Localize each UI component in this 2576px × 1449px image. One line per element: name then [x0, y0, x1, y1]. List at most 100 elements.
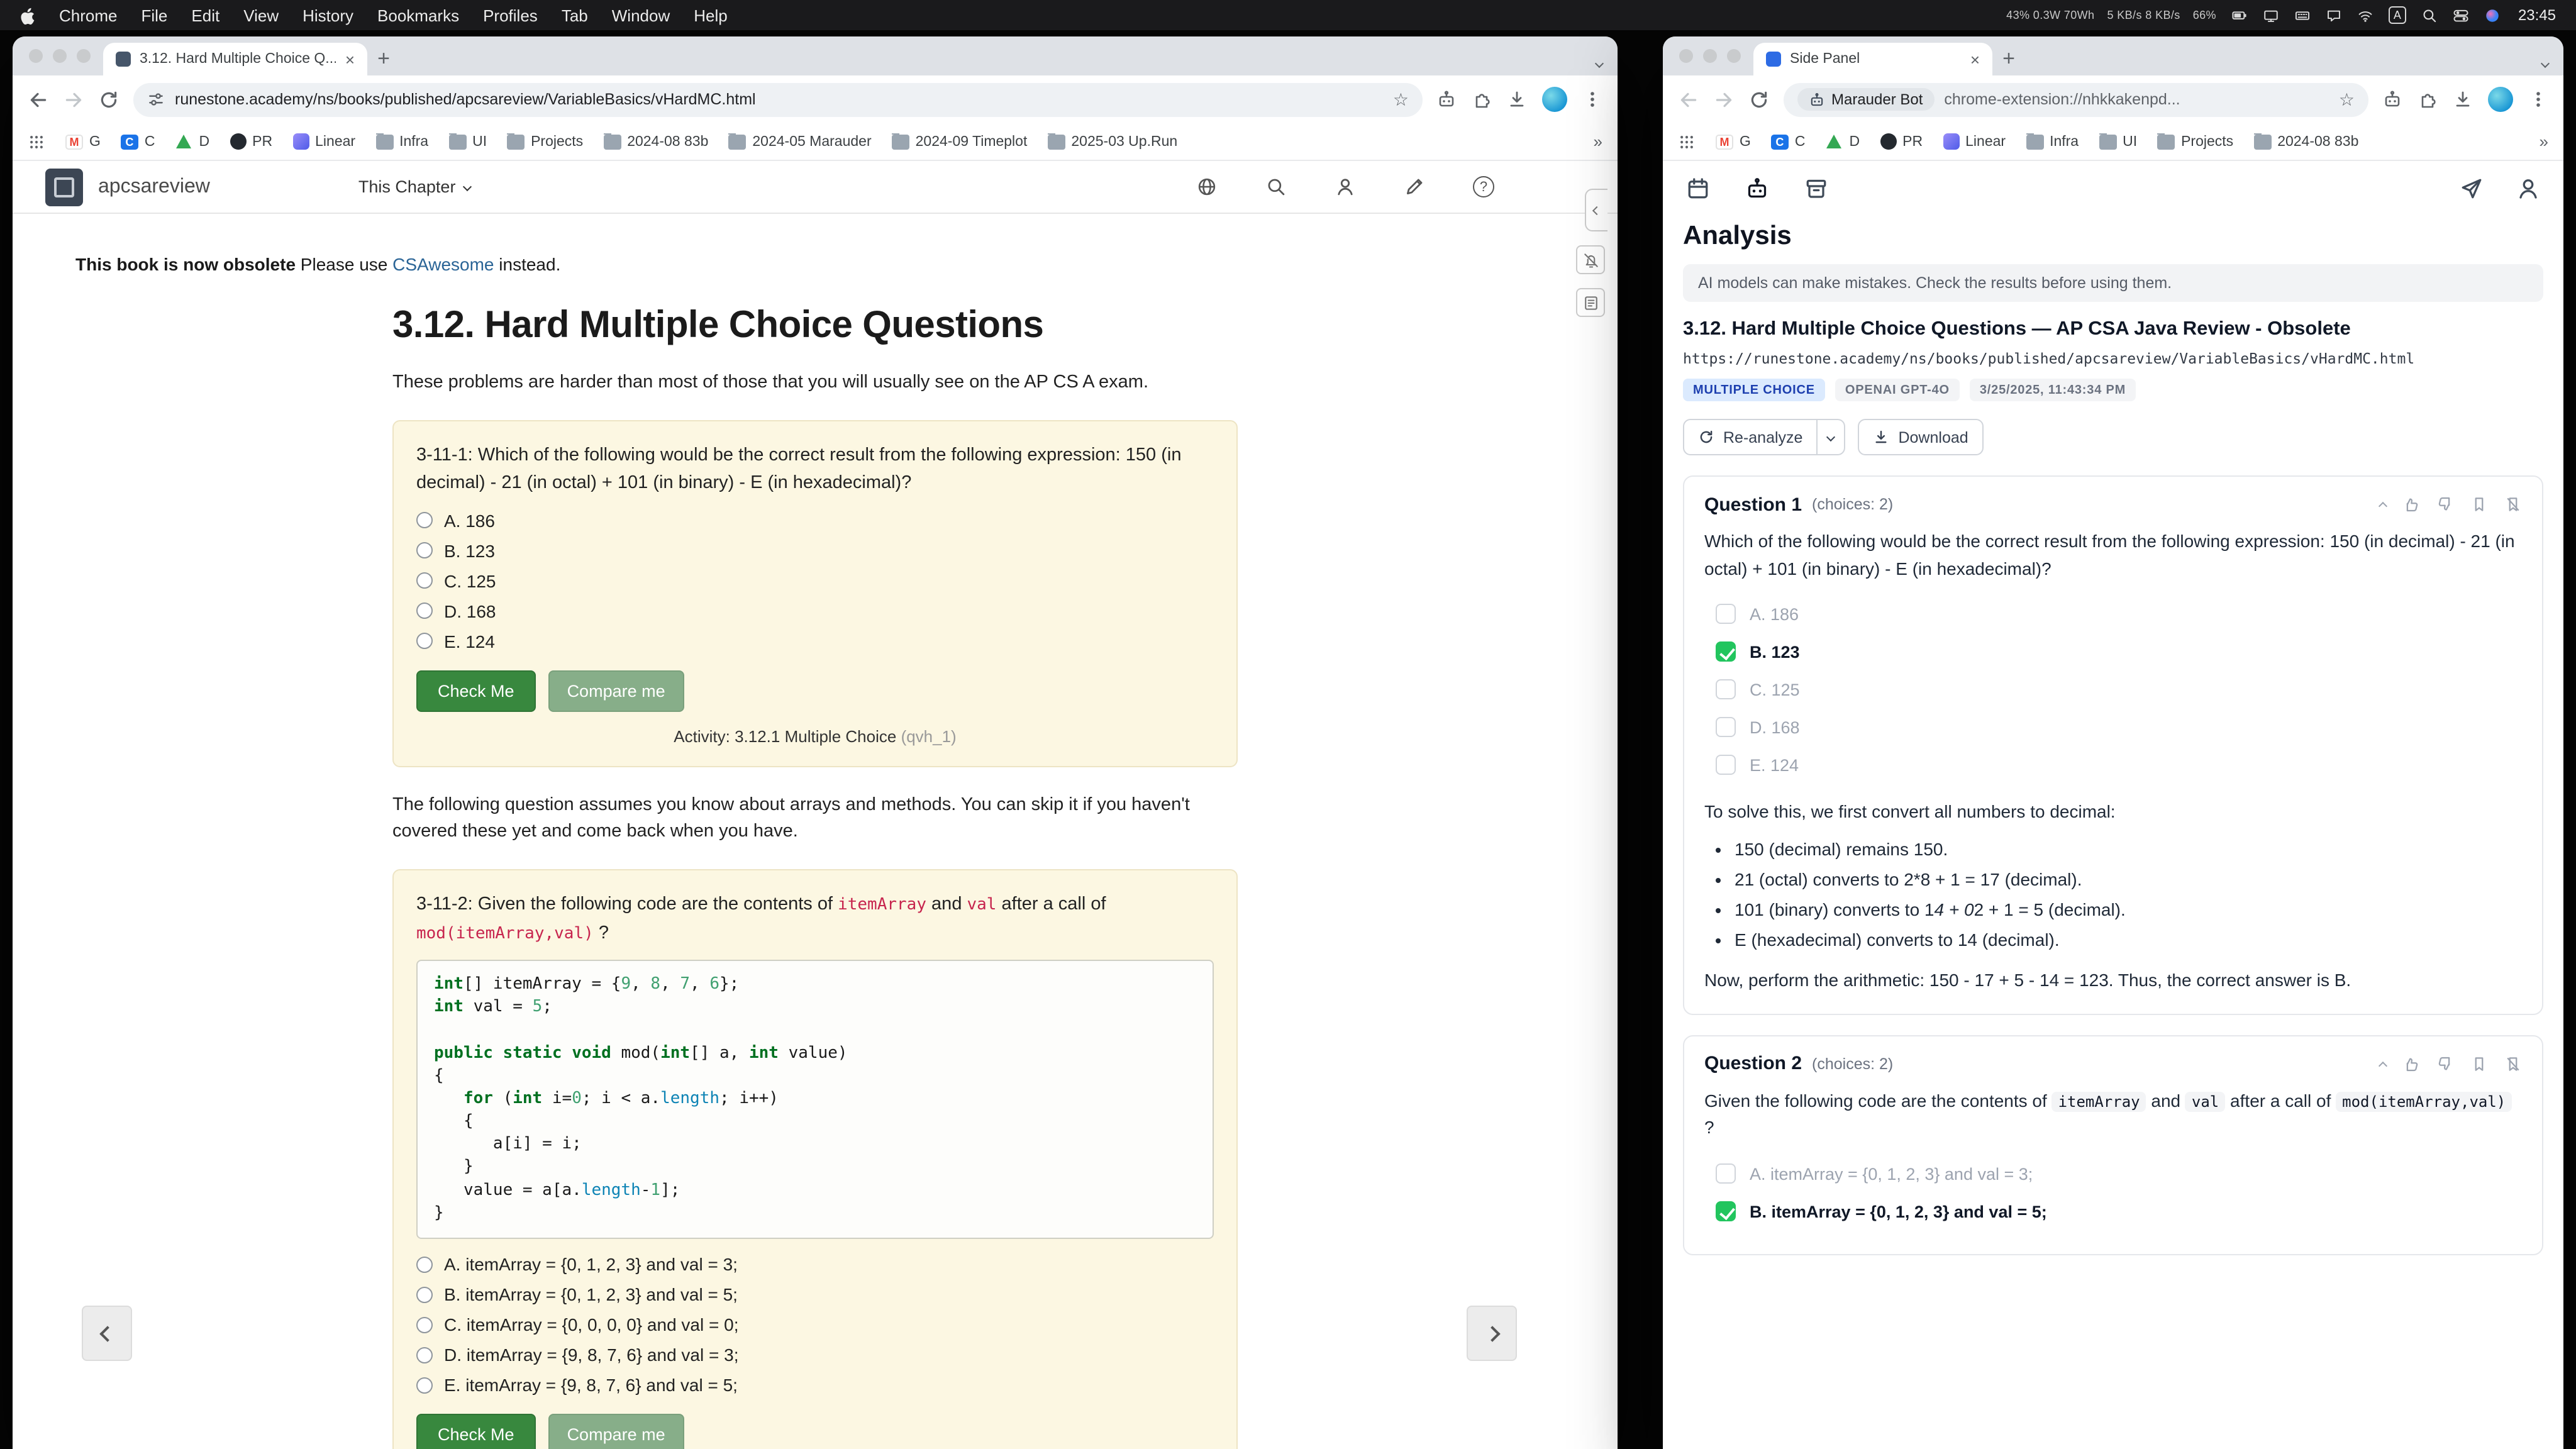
display-icon[interactable] — [2263, 7, 2279, 23]
pencil-icon[interactable] — [1404, 176, 1425, 197]
apple-menu-icon[interactable] — [20, 6, 38, 25]
bookmark-star-icon[interactable]: ☆ — [1393, 91, 1409, 108]
download-button[interactable]: Download — [1858, 419, 1983, 455]
bookmark-icon[interactable] — [2470, 1055, 2488, 1073]
radio-option[interactable]: B. 123 — [416, 540, 1214, 560]
zoom-window-button[interactable] — [1727, 49, 1741, 63]
csawesome-link[interactable]: CSAwesome — [392, 254, 494, 274]
bookmark-item[interactable]: 2024-08 83b — [2253, 134, 2358, 149]
profile-icon[interactable] — [2516, 176, 2541, 201]
answer-choice[interactable]: A. itemArray = {0, 1, 2, 3} and val = 3; — [1704, 1155, 2522, 1192]
control-center-icon[interactable] — [2453, 7, 2469, 23]
apps-grid-icon[interactable] — [1678, 133, 1696, 150]
reanalyze-dropdown-button[interactable] — [1818, 419, 1845, 455]
menu-item[interactable]: Chrome — [59, 6, 118, 25]
menu-icon[interactable] — [2528, 89, 2548, 109]
radio-button-icon[interactable] — [416, 1286, 433, 1302]
address-bar[interactable]: runestone.academy/ns/books/published/apc… — [133, 82, 1423, 116]
answer-choice[interactable]: B. itemArray = {0, 1, 2, 3} and val = 5; — [1704, 1192, 2522, 1230]
answer-choice[interactable]: D. 168 — [1704, 709, 2522, 747]
compare-me-button[interactable]: Compare me — [548, 1414, 684, 1449]
reload-icon[interactable] — [98, 89, 119, 110]
bookmark-item[interactable]: UI — [2099, 134, 2137, 149]
battery-icon[interactable] — [2231, 7, 2248, 23]
tab-search-chevron-icon[interactable] — [1596, 50, 1602, 73]
menu-item[interactable]: View — [243, 6, 279, 25]
help-icon[interactable]: ? — [1473, 176, 1494, 197]
status-widget[interactable]: 43% 0.3W 70Wh — [2006, 9, 2094, 21]
thumbs-down-icon[interactable] — [2436, 1055, 2454, 1073]
checkbox-icon[interactable] — [1716, 755, 1736, 775]
radio-option[interactable]: A. itemArray = {0, 1, 2, 3} and val = 3; — [416, 1254, 1214, 1274]
menu-bar-clock[interactable]: 23:45 — [2518, 6, 2556, 24]
thumbs-up-icon[interactable] — [2402, 1055, 2420, 1073]
calendar-icon[interactable] — [1685, 176, 1711, 201]
browser-tab[interactable]: 3.12. Hard Multiple Choice Q... × — [103, 43, 367, 75]
radio-option[interactable]: D. 168 — [416, 601, 1214, 621]
back-icon[interactable] — [28, 89, 49, 110]
zoom-window-button[interactable] — [77, 49, 91, 63]
browser-tab[interactable]: Side Panel × — [1753, 43, 1992, 75]
pinned-extension-icon[interactable] — [1436, 89, 1457, 109]
menu-item[interactable]: Help — [694, 6, 728, 25]
checkbox-icon[interactable] — [1716, 604, 1736, 625]
radio-button-icon[interactable] — [416, 602, 433, 619]
next-page-button[interactable] — [1467, 1306, 1517, 1361]
close-window-button[interactable] — [1679, 49, 1693, 63]
extensions-icon[interactable] — [1472, 89, 1492, 109]
extension-name-chip[interactable]: Marauder Bot — [1797, 88, 1934, 111]
checkbox-icon[interactable] — [1716, 642, 1736, 662]
archive-icon[interactable] — [1804, 176, 1829, 201]
extensions-icon[interactable] — [2418, 89, 2438, 109]
bookmarks-overflow-icon[interactable]: » — [1594, 132, 1602, 151]
radio-option[interactable]: C. 125 — [416, 570, 1214, 591]
thumbs-down-icon[interactable] — [2436, 496, 2454, 513]
back-icon[interactable] — [1678, 89, 1699, 110]
forward-icon[interactable] — [63, 89, 84, 110]
menu-icon[interactable] — [1582, 89, 1602, 109]
reload-icon[interactable] — [1748, 89, 1770, 110]
checkbox-icon[interactable] — [1716, 1163, 1736, 1184]
bookmark-item[interactable]: UI — [448, 134, 487, 149]
menu-item[interactable]: Bookmarks — [377, 6, 459, 25]
checkbox-icon[interactable] — [1716, 718, 1736, 738]
bookmark-item[interactable]: 2025-03 Up.Run — [1047, 134, 1177, 149]
bookmark-star-icon[interactable]: ☆ — [2339, 91, 2355, 108]
bookmark-item[interactable]: PR — [1880, 133, 1923, 150]
check-me-button[interactable]: Check Me — [416, 1414, 536, 1449]
url-text[interactable]: runestone.academy/ns/books/published/apc… — [175, 91, 1383, 108]
apps-grid-icon[interactable] — [28, 133, 45, 150]
bookmark-item[interactable]: G — [65, 134, 101, 149]
tab-search-chevron-icon[interactable] — [2542, 50, 2548, 73]
bookmark-item[interactable]: G — [1716, 134, 1751, 149]
profile-avatar[interactable] — [1542, 87, 1567, 112]
menu-item[interactable]: Profiles — [483, 6, 538, 25]
checkbox-icon[interactable] — [1716, 680, 1736, 700]
bookmark-item[interactable]: Projects — [2157, 134, 2233, 149]
keyboard-icon[interactable] — [2294, 7, 2311, 23]
download-icon[interactable] — [1507, 89, 1527, 109]
url-text[interactable]: chrome-extension://nhkkakenpd... — [1944, 91, 2328, 108]
search-icon[interactable] — [2421, 7, 2438, 23]
radio-option[interactable]: E. itemArray = {9, 8, 7, 6} and val = 5; — [416, 1375, 1214, 1395]
checkbox-icon[interactable] — [1716, 1201, 1736, 1221]
close-window-button[interactable] — [29, 49, 43, 63]
menu-item[interactable]: File — [142, 6, 168, 25]
send-icon[interactable] — [2459, 176, 2484, 201]
bookmark-off-icon[interactable] — [2504, 1055, 2522, 1073]
tab-close-icon[interactable]: × — [1970, 51, 1980, 67]
bookmark-item[interactable]: D — [175, 134, 210, 149]
pinned-extension-icon[interactable] — [2382, 89, 2402, 109]
answer-choice[interactable]: B. 123 — [1704, 633, 2522, 671]
robot-icon[interactable] — [1745, 176, 1770, 201]
radio-button-icon[interactable] — [416, 633, 433, 649]
collapse-icon[interactable] — [2380, 1053, 2386, 1075]
radio-button-icon[interactable] — [416, 1256, 433, 1272]
status-widget[interactable]: 66% — [2193, 9, 2216, 21]
reanalyze-button[interactable]: Re-analyze — [1683, 419, 1818, 455]
new-tab-button[interactable]: + — [367, 43, 400, 75]
radio-button-icon[interactable] — [416, 572, 433, 589]
menu-item[interactable]: Edit — [191, 6, 219, 25]
collapse-icon[interactable] — [2380, 493, 2386, 516]
radio-button-icon[interactable] — [416, 512, 433, 528]
